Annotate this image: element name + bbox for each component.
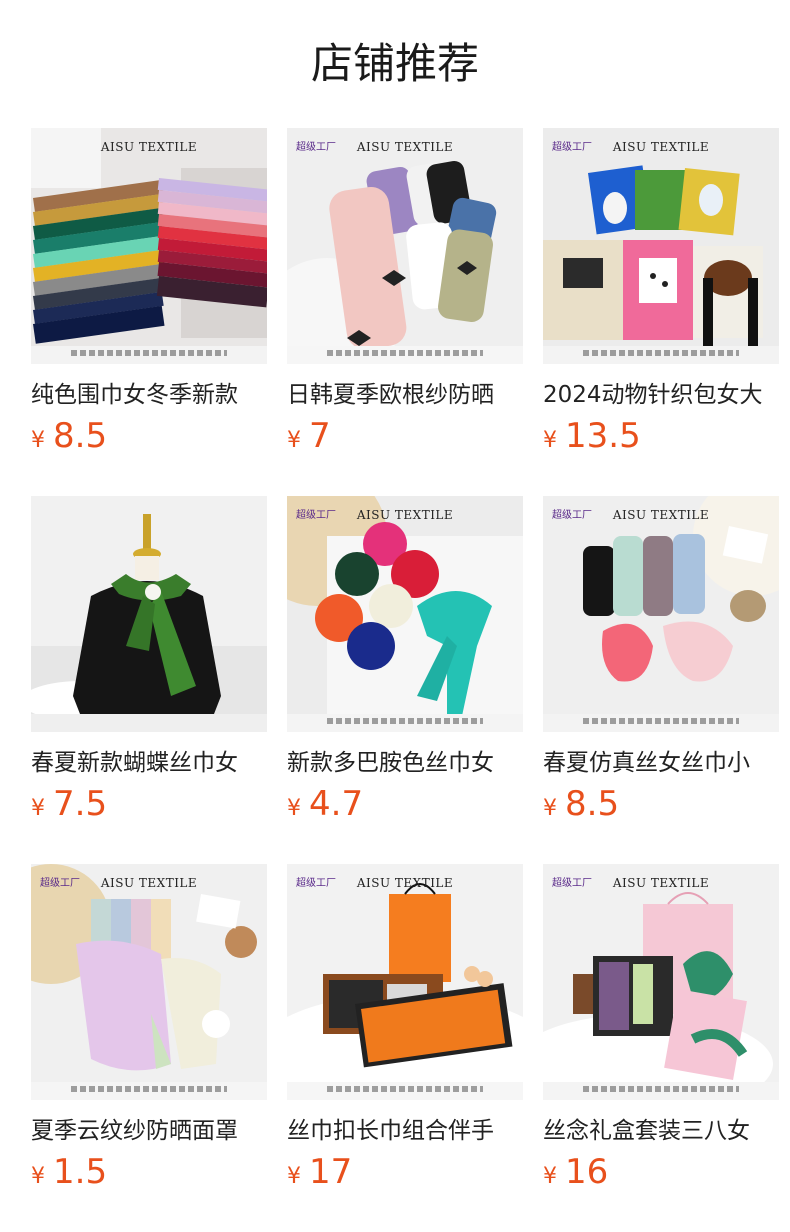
price-value: 17	[309, 1152, 353, 1192]
product-card[interactable]: AISU TEXTILE 纯色围巾女冬季新款 ¥8.5	[31, 128, 267, 456]
product-card[interactable]: 超级工厂 AISU TEXTILE 春夏仿真丝女丝巾小 ¥8.5	[543, 496, 779, 824]
product-price: ¥17	[287, 1152, 523, 1192]
product-price: ¥7.5	[31, 784, 267, 824]
currency-symbol: ¥	[31, 1164, 45, 1189]
brand-label: AISU TEXTILE	[356, 140, 454, 154]
price-value: 1.5	[53, 1152, 108, 1192]
product-card[interactable]: 超级工厂 AISU TEXTILE 新款多巴胺色丝巾女 ¥4.7	[287, 496, 523, 824]
product-card[interactable]: 超级工厂 AISU TEXTILE 丝巾扣长巾组合伴手 ¥17	[287, 864, 523, 1192]
page-title: 店铺推荐	[310, 39, 479, 88]
currency-symbol: ¥	[287, 796, 301, 821]
product-name: 2024动物针织包女大	[543, 382, 763, 408]
product-card[interactable]: 超级工厂 AISU TEXTILE 日韩夏季欧根纱防晒 ¥7	[287, 128, 523, 456]
price-value: 8.5	[53, 416, 108, 456]
brand-label: AISU TEXTILE	[356, 876, 454, 890]
product-name: 新款多巴胺色丝巾女	[287, 750, 494, 776]
product-name: 纯色围巾女冬季新款	[31, 382, 238, 408]
product-card[interactable]: 超级工厂 AISU TEXTILE 夏季云纹纱防晒面罩 ¥1.5	[31, 864, 267, 1192]
image-caption-band	[71, 350, 227, 356]
currency-symbol: ¥	[543, 428, 557, 453]
product-image[interactable]: 超级工厂 AISU TEXTILE	[287, 496, 523, 732]
product-price: ¥8.5	[543, 784, 779, 824]
currency-symbol: ¥	[543, 796, 557, 821]
product-price: ¥4.7	[287, 784, 523, 824]
price-value: 4.7	[309, 784, 364, 824]
product-card[interactable]: 春夏新款蝴蝶丝巾女 ¥7.5	[31, 496, 267, 824]
currency-symbol: ¥	[543, 1164, 557, 1189]
price-value: 7.5	[53, 784, 108, 824]
product-name: 春夏新款蝴蝶丝巾女	[31, 750, 238, 776]
product-image[interactable]: 超级工厂 AISU TEXTILE	[543, 496, 779, 732]
product-image[interactable]: 超级工厂 AISU TEXTILE	[543, 128, 779, 364]
product-image[interactable]: 超级工厂 AISU TEXTILE	[31, 864, 267, 1100]
image-caption-band	[71, 1086, 227, 1092]
product-price: ¥8.5	[31, 416, 267, 456]
product-image[interactable]: 超级工厂 AISU TEXTILE	[287, 864, 523, 1100]
image-caption-band	[583, 718, 739, 724]
brand-label: AISU TEXTILE	[100, 140, 198, 154]
brand-label: AISU TEXTILE	[612, 140, 710, 154]
currency-symbol: ¥	[31, 796, 45, 821]
currency-symbol: ¥	[287, 1164, 301, 1189]
product-name: 丝巾扣长巾组合伴手	[287, 1118, 494, 1144]
image-caption-band	[583, 350, 739, 356]
image-caption-band	[583, 1086, 739, 1092]
product-name: 春夏仿真丝女丝巾小	[543, 750, 750, 776]
price-value: 13.5	[565, 416, 641, 456]
product-name: 日韩夏季欧根纱防晒	[287, 382, 494, 408]
image-caption-band	[327, 718, 483, 724]
price-value: 16	[565, 1152, 609, 1192]
product-name: 丝念礼盒套装三八女	[543, 1118, 750, 1144]
image-caption-band	[327, 1086, 483, 1092]
product-price: ¥13.5	[543, 416, 779, 456]
product-price: ¥7	[287, 416, 523, 456]
product-card[interactable]: 超级工厂 AISU TEXTILE 2024动物针织包女大 ¥13.5	[543, 128, 779, 456]
product-price: ¥1.5	[31, 1152, 267, 1192]
product-card[interactable]: 超级工厂 AISU TEXTILE 丝念礼盒套装三八女 ¥16	[543, 864, 779, 1192]
price-value: 8.5	[565, 784, 620, 824]
product-price: ¥16	[543, 1152, 779, 1192]
brand-label: AISU TEXTILE	[356, 508, 454, 522]
product-image[interactable]	[31, 496, 267, 732]
currency-symbol: ¥	[31, 428, 45, 453]
brand-label: AISU TEXTILE	[612, 876, 710, 890]
product-name: 夏季云纹纱防晒面罩	[31, 1118, 238, 1144]
product-image[interactable]: AISU TEXTILE	[31, 128, 267, 364]
product-image[interactable]: 超级工厂 AISU TEXTILE	[287, 128, 523, 364]
product-image[interactable]: 超级工厂 AISU TEXTILE	[543, 864, 779, 1100]
brand-label: AISU TEXTILE	[612, 508, 710, 522]
image-caption-band	[327, 350, 483, 356]
currency-symbol: ¥	[287, 428, 301, 453]
brand-label: AISU TEXTILE	[100, 876, 198, 890]
price-value: 7	[309, 416, 331, 456]
